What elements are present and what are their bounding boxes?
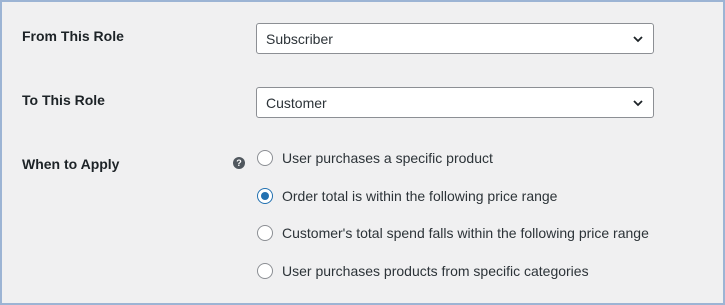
to-role-value: Customer (266, 95, 327, 111)
radio-option-label: User purchases products from specific ca… (282, 263, 589, 279)
settings-panel: From This Role Subscriber To This Role C… (0, 0, 725, 305)
from-role-select[interactable]: Subscriber (256, 23, 654, 54)
to-role-label: To This Role (22, 92, 105, 108)
from-role-label: From This Role (22, 28, 124, 44)
radio-button[interactable] (257, 150, 273, 166)
radio-option-label: Customer's total spend falls within the … (282, 225, 649, 241)
from-role-value: Subscriber (266, 31, 333, 47)
chevron-down-icon (633, 36, 643, 43)
radio-option-label: User purchases a specific product (282, 150, 493, 166)
radio-button-selected[interactable] (257, 188, 273, 204)
radio-option-label: Order total is within the following pric… (282, 188, 558, 204)
question-circle-icon[interactable]: ? (233, 157, 245, 169)
chevron-down-icon (633, 100, 643, 107)
to-role-select[interactable]: Customer (256, 87, 654, 118)
when-to-apply-label: When to Apply (22, 156, 120, 172)
radio-button[interactable] (257, 225, 273, 241)
radio-button[interactable] (257, 263, 273, 279)
